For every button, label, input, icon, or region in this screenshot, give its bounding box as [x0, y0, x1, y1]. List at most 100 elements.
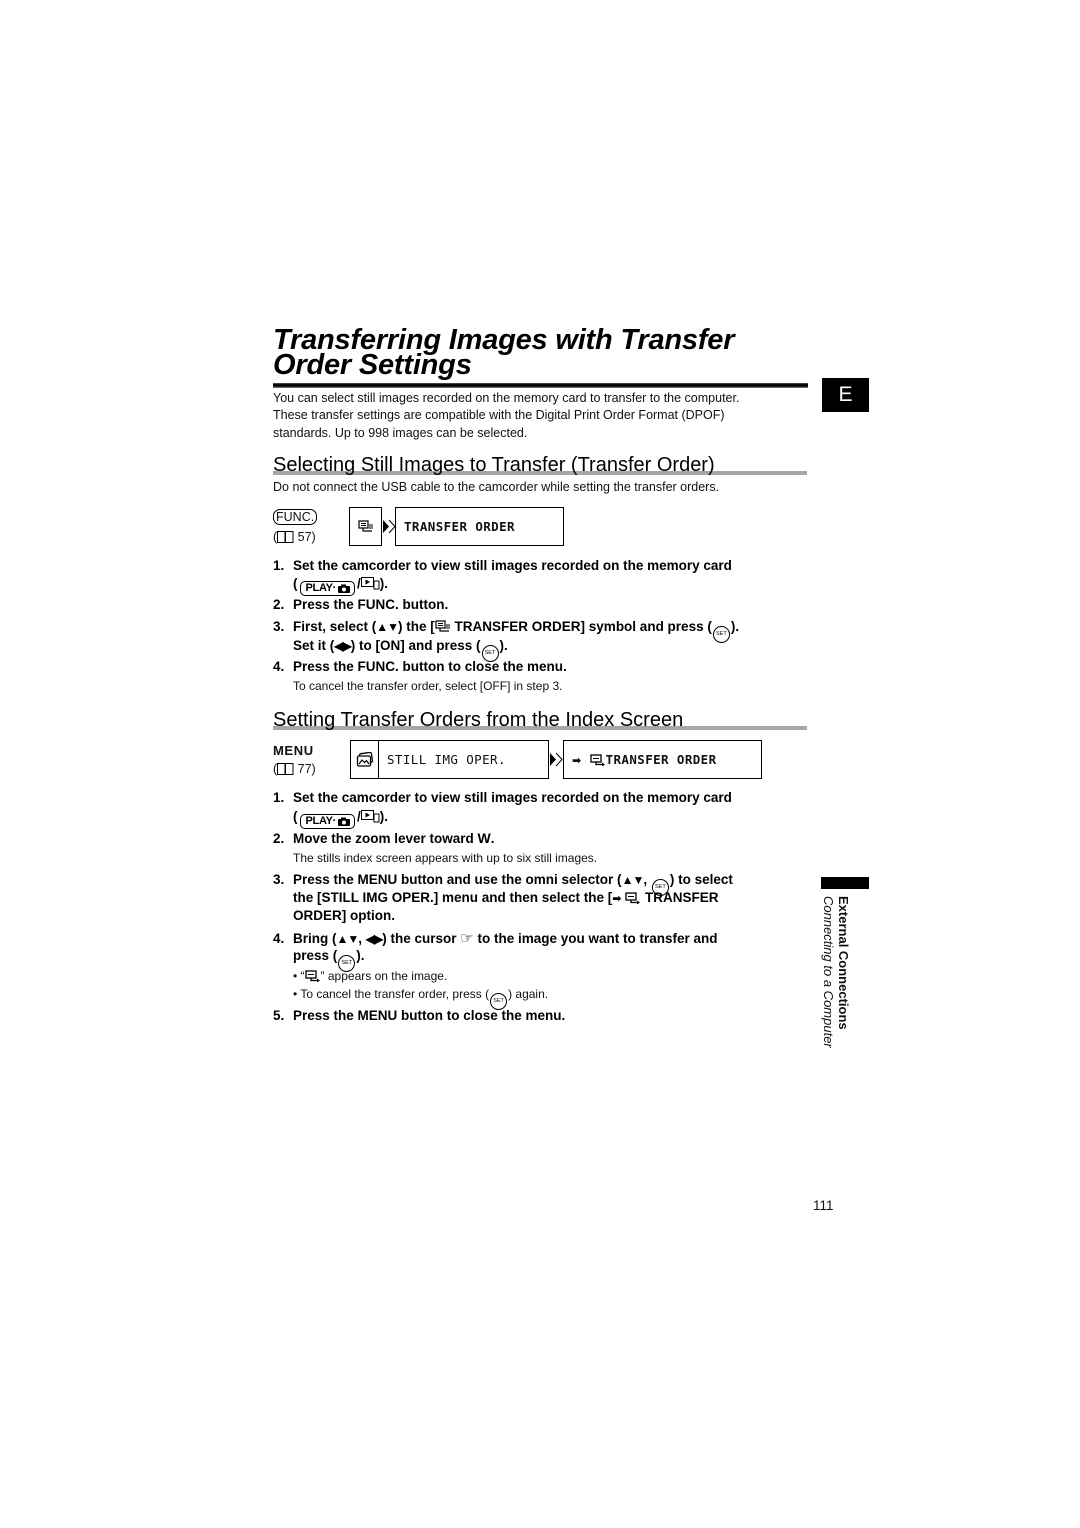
step-text: ORDER] option. — [293, 908, 395, 923]
step-number: 3. — [273, 619, 285, 634]
step-number: 1. — [273, 790, 285, 805]
chapter-title: External Connections — [836, 896, 851, 1030]
title-rule — [273, 383, 808, 388]
camera-icon — [338, 817, 350, 826]
step-text: Bring ( — [293, 931, 337, 946]
menu-arrow-icon — [383, 519, 396, 534]
step-text: TRANSFER — [641, 890, 719, 905]
bullet-text: ) again. — [508, 987, 549, 1001]
step-2: 2. Move the zoom lever toward W. — [273, 829, 495, 848]
zoom-wide-label: W — [477, 830, 491, 846]
play-mode-badge: PLAY· — [299, 580, 355, 596]
camera-icon — [338, 584, 350, 593]
language-tab: E — [822, 378, 869, 412]
step-text: Press the MENU button and use the omni s… — [293, 872, 622, 887]
page-reference: ( 77) — [273, 760, 316, 778]
step-text: TRANSFER ORDER] symbol and press ( — [450, 619, 712, 634]
access-button-label: FUNC. — [273, 508, 318, 526]
left-right-arrows-icon: ◀▶ — [365, 932, 383, 946]
book-icon — [277, 531, 294, 543]
access-button-label: MENU — [273, 742, 314, 760]
step-text: First, select ( — [293, 619, 377, 634]
bullet-item: • “” appears on the image. — [293, 967, 447, 985]
manual-page: Transferring Images with Transfer Order … — [0, 0, 1080, 1528]
step-text: Press the MENU button to close the menu. — [293, 1008, 566, 1023]
still-image-icon — [356, 751, 373, 767]
left-right-arrows-icon: ◀▶ — [334, 639, 351, 653]
menu-item-box: ➡ TRANSFER ORDER — [563, 740, 762, 779]
book-icon — [277, 763, 294, 775]
step-text: ) to select — [669, 872, 733, 887]
card-playback-icon — [360, 577, 380, 590]
card-playback-icon — [360, 810, 380, 823]
step-text: Press the FUNC. button. — [293, 597, 449, 612]
step-text: Set it ( — [293, 638, 335, 653]
step-number: 4. — [273, 931, 285, 946]
step-3-continued: the [STILL IMG OPER.] menu and then sele… — [273, 889, 719, 908]
chapter-tab: External Connections Connecting to a Com… — [821, 896, 851, 1066]
step-1: 1. Set the camcorder to view still images… — [273, 557, 732, 575]
step-number: 5. — [273, 1008, 285, 1023]
menu-item-transfer-order: ➡ TRANSFER ORDER — [572, 741, 717, 779]
intro-line: standards. Up to 998 images can be selec… — [273, 426, 528, 440]
transfer-order-off-icon — [357, 520, 372, 532]
step-1-continued: (PLAY· /). — [273, 808, 388, 829]
transfer-order-off-icon — [435, 620, 450, 632]
step-text: ). — [356, 948, 365, 963]
page-reference: ( 57) — [273, 528, 316, 546]
page-number: 111 — [813, 1198, 834, 1213]
step-text: , — [358, 931, 366, 946]
step-text: Press the FUNC. button to close the menu… — [293, 659, 567, 674]
cursor-hand-icon: ☞ — [460, 929, 474, 947]
bullet-text: “ — [297, 969, 305, 983]
ref-page: 57) — [294, 530, 316, 544]
menu-icon-cell — [351, 741, 379, 778]
step-1-continued: (PLAY· /). — [273, 575, 388, 596]
step-text: , — [643, 872, 651, 887]
step-3-continued: ORDER] option. — [273, 907, 395, 925]
paren-close: ). — [379, 809, 389, 824]
section-note: Do not connect the USB cable to the camc… — [273, 480, 720, 494]
paren-open: ( — [293, 809, 298, 824]
paren-open: ( — [293, 576, 298, 591]
up-down-arrows-icon: ▲▼ — [336, 932, 360, 946]
set-button-icon: SET — [712, 626, 730, 643]
step-text: Set the camcorder to view still images r… — [293, 790, 732, 805]
step-text: . — [490, 831, 495, 846]
step-text: press ( — [293, 948, 338, 963]
menu-icon-cell — [349, 507, 382, 546]
step-number: 2. — [273, 831, 285, 846]
menu-arrow-icon — [550, 752, 563, 767]
step-4: 4. Bring (▲▼, ◀▶) the cursor ☞ to the ima… — [273, 929, 718, 948]
step-text: ) to [ON] and press ( — [350, 638, 481, 653]
play-mode-badge: PLAY· — [299, 813, 355, 829]
step-number: 2. — [273, 597, 285, 612]
bullet-text: To cancel the transfer order, press ( — [297, 987, 490, 1001]
step-text: Move the zoom lever toward — [293, 831, 478, 846]
section-title: Connecting to a Computer — [821, 896, 836, 1048]
transfer-icon — [625, 892, 641, 904]
transfer-icon — [589, 754, 605, 766]
play-mode-label: PLAY· — [305, 815, 337, 827]
play-mode-label: PLAY· — [305, 582, 337, 594]
ref-page: 77) — [294, 762, 316, 776]
step-number: 4. — [273, 659, 285, 674]
step-4-note: To cancel the transfer order, select [OF… — [293, 679, 563, 693]
menu-still-img-oper: STILL IMG OPER. — [387, 752, 506, 767]
intro-line: These transfer settings are compatible w… — [273, 408, 725, 422]
step-number: 3. — [273, 872, 285, 887]
transfer-icon — [304, 970, 320, 982]
step-2-note: The stills index screen appears with up … — [293, 851, 598, 865]
menu-item-transfer-order: TRANSFER ORDER — [404, 519, 515, 534]
right-arrow-icon: ➡ — [612, 892, 622, 905]
up-down-arrows-icon: ▲▼ — [376, 620, 399, 634]
page-title-line-2: Order Settings — [273, 349, 472, 381]
step-text: Set the camcorder to view still images r… — [293, 558, 732, 573]
menu-box: STILL IMG OPER. — [350, 740, 549, 779]
step-text: to the image you want to transfer and — [473, 931, 718, 946]
intro-line: You can select still images recorded on … — [273, 391, 740, 405]
bullet-text: ” appears on the image. — [320, 969, 448, 983]
step-text: ). — [730, 619, 740, 634]
menu-item-text: TRANSFER ORDER — [605, 752, 717, 767]
menu-item-box: TRANSFER ORDER — [395, 507, 564, 546]
